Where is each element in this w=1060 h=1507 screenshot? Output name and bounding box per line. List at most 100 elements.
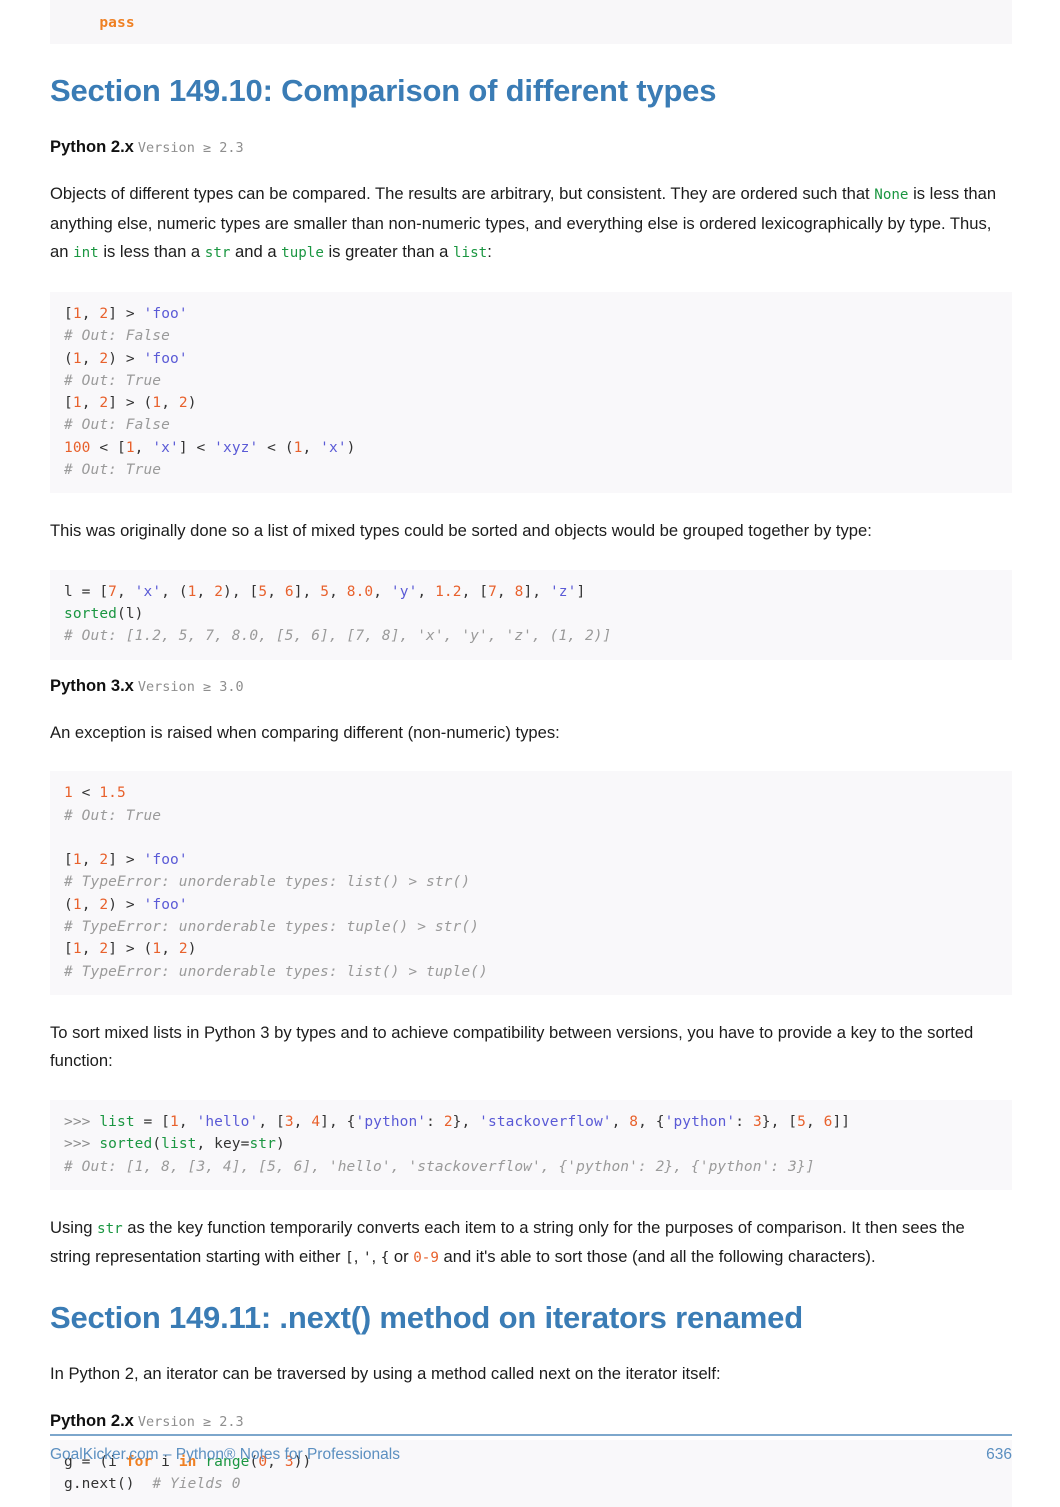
code-token: 1.2 [435, 584, 462, 600]
code-token: 'python' [665, 1114, 736, 1130]
code-token: , [267, 584, 285, 600]
version-name: Python 2.x [50, 137, 134, 156]
code-token: , [373, 584, 391, 600]
code-token: g.next() [64, 1476, 152, 1492]
code-token: , ( [161, 584, 188, 600]
code-token: , [179, 1114, 197, 1130]
code-token: (l) [117, 606, 144, 622]
code-token: , [135, 440, 153, 456]
code-token: # Yields 0 [152, 1476, 240, 1492]
code-token: , [82, 897, 100, 913]
version-name: Python 3.x [50, 676, 134, 695]
document-page: pass Section 149.10: Comparison of diffe… [0, 0, 1060, 1500]
code-token: , [161, 395, 179, 411]
code-token: 1.5 [99, 785, 126, 801]
code-token: # Out: [1.2, 5, 7, 8.0, [5, 6], [7, 8], … [64, 628, 611, 644]
version-label-python-3x: Python 3.xVersion ≥ 3.0 [50, 674, 1012, 699]
code-token: 1 [152, 941, 161, 957]
code-token: 'x' [152, 440, 179, 456]
text-span: and it's able to sort those (and all the… [439, 1247, 876, 1266]
code-token: , [82, 395, 100, 411]
code-token: ]] [832, 1114, 850, 1130]
code-token: ), [ [223, 584, 258, 600]
code-token: ) [347, 440, 356, 456]
inline-code-none: None [874, 187, 908, 203]
code-token: 5 [320, 584, 329, 600]
inline-code-int: int [73, 245, 99, 261]
code-token: 'foo' [144, 897, 188, 913]
code-token: , [197, 584, 215, 600]
code-token: , [82, 306, 100, 322]
code-token: 2 [179, 395, 188, 411]
section-heading-149-11: Section 149.11: .next() method on iterat… [50, 1299, 1012, 1336]
code-token: 'foo' [144, 852, 188, 868]
code-token: 7 [108, 584, 117, 600]
code-token: >>> [64, 1136, 99, 1152]
text-span: , [354, 1247, 363, 1266]
code-token: 2 [214, 584, 223, 600]
code-token: 'x' [135, 584, 162, 600]
code-token: , { [638, 1114, 665, 1130]
code-token: # TypeError: unorderable types: list() >… [64, 874, 470, 890]
paragraph-provide-key: To sort mixed lists in Python 3 by types… [50, 1019, 1008, 1076]
code-token: 1 [64, 785, 73, 801]
code-token: 8 [629, 1114, 638, 1130]
inline-code-tuple: tuple [281, 245, 324, 261]
text-span: is less than a [99, 242, 205, 261]
code-token: ] > [108, 306, 143, 322]
version-requirement: Version ≥ 3.0 [138, 679, 244, 695]
text-span: Objects of different types can be compar… [50, 184, 874, 203]
code-token: 1 [73, 395, 82, 411]
code-token: , [82, 941, 100, 957]
text-span: and a [230, 242, 281, 261]
text-span: , [371, 1247, 380, 1266]
code-token: , [117, 584, 135, 600]
code-token: 1 [73, 351, 82, 367]
version-label-python-2x-a: Python 2.xVersion ≥ 2.3 [50, 135, 1012, 160]
code-block-pass-fragment: pass [50, 0, 1012, 44]
version-name: Python 2.x [50, 1411, 134, 1430]
code-indent [64, 15, 99, 31]
code-token: # Out: False [64, 328, 170, 344]
text-span: is greater than a [324, 242, 453, 261]
code-token: 100 [64, 440, 91, 456]
code-token: [ [64, 395, 73, 411]
code-token: , [ [258, 1114, 285, 1130]
code-token: 5 [797, 1114, 806, 1130]
code-token: 7 [488, 584, 497, 600]
paragraph-next-method: In Python 2, an iterator can be traverse… [50, 1360, 1008, 1389]
code-token: ], { [320, 1114, 355, 1130]
code-token: , [ [462, 584, 489, 600]
code-token: 'foo' [144, 306, 188, 322]
code-token: , [806, 1114, 824, 1130]
version-label-python-2x-b: Python 2.xVersion ≥ 2.3 [50, 1409, 1012, 1434]
footer-page-number: 636 [986, 1446, 1012, 1464]
code-token: < [73, 785, 100, 801]
code-token: ] [576, 584, 585, 600]
code-token: , [417, 584, 435, 600]
code-token: # TypeError: unorderable types: tuple() … [64, 919, 479, 935]
code-token: 'z' [550, 584, 577, 600]
code-token: 2 [99, 897, 108, 913]
code-block-typeerror-examples: 1 < 1.5 # Out: True [1, 2] > 'foo' # Typ… [50, 771, 1012, 995]
section-heading-149-10: Section 149.10: Comparison of different … [50, 72, 1012, 109]
code-token: 2 [99, 395, 108, 411]
code-block-sorted-mixed-list: l = [7, 'x', (1, 2), [5, 6], 5, 8.0, 'y'… [50, 570, 1012, 660]
code-token: ) > [108, 897, 143, 913]
code-token: }, [453, 1114, 480, 1130]
code-token: ], [294, 584, 321, 600]
code-token: ) > [108, 351, 143, 367]
code-token: [ [64, 306, 73, 322]
code-token: , key= [196, 1136, 249, 1152]
code-token: ) [188, 941, 197, 957]
code-token: [ [64, 852, 73, 868]
code-token: 'xyz' [214, 440, 258, 456]
code-block-sorted-key-str: >>> list = [1, 'hello', [3, 4], {'python… [50, 1100, 1012, 1190]
code-token: [ [64, 941, 73, 957]
code-token: 6 [285, 584, 294, 600]
code-token: ] > [108, 852, 143, 868]
paragraph-exception-raised: An exception is raised when comparing di… [50, 719, 1008, 748]
code-token: 3 [285, 1114, 294, 1130]
code-token: 'foo' [144, 351, 188, 367]
code-token: , [303, 440, 321, 456]
